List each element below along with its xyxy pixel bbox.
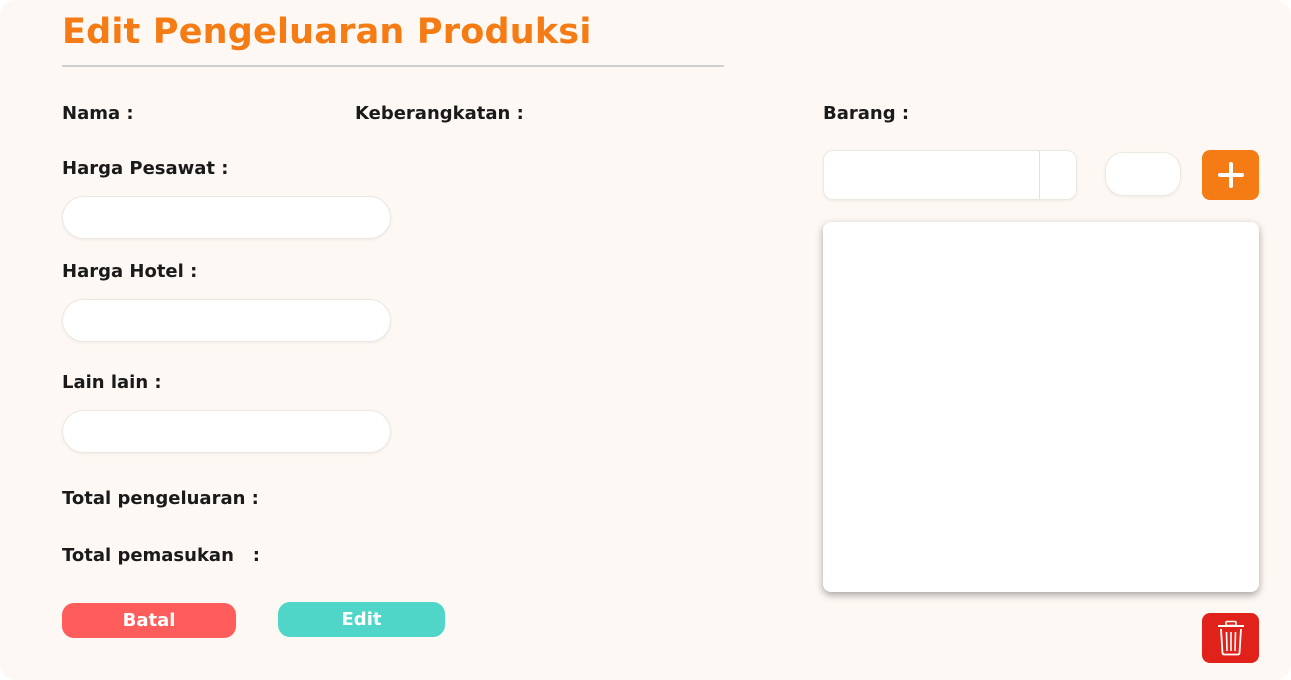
edit-form-card: Edit Pengeluaran Produksi Nama : Keberan… [0, 0, 1291, 680]
add-barang-button[interactable] [1202, 150, 1259, 200]
total-pengeluaran-label: Total pengeluaran : [62, 488, 259, 509]
edit-button[interactable]: Edit [278, 602, 445, 637]
harga-hotel-input[interactable] [62, 299, 391, 342]
plus-icon [1217, 162, 1244, 188]
batal-button[interactable]: Batal [62, 603, 236, 638]
total-pemasukan-label: Total pemasukan : [62, 545, 260, 566]
page-title: Edit Pengeluaran Produksi [62, 12, 592, 52]
nama-label: Nama : [62, 103, 134, 124]
harga-pesawat-input[interactable] [62, 196, 391, 239]
quantity-input[interactable] [1105, 152, 1181, 196]
lain-lain-input[interactable] [62, 410, 391, 453]
lain-lain-label: Lain lain : [62, 372, 162, 393]
trash-icon [1217, 620, 1244, 656]
barang-label: Barang : [823, 103, 910, 124]
delete-barang-button[interactable] [1202, 613, 1259, 663]
keberangkatan-label: Keberangkatan : [355, 103, 524, 124]
barang-list[interactable] [823, 222, 1259, 592]
harga-pesawat-label: Harga Pesawat : [62, 158, 229, 179]
select-divider [1039, 151, 1040, 199]
title-divider [62, 65, 724, 67]
harga-hotel-label: Harga Hotel : [62, 261, 198, 282]
barang-select[interactable] [823, 150, 1077, 200]
